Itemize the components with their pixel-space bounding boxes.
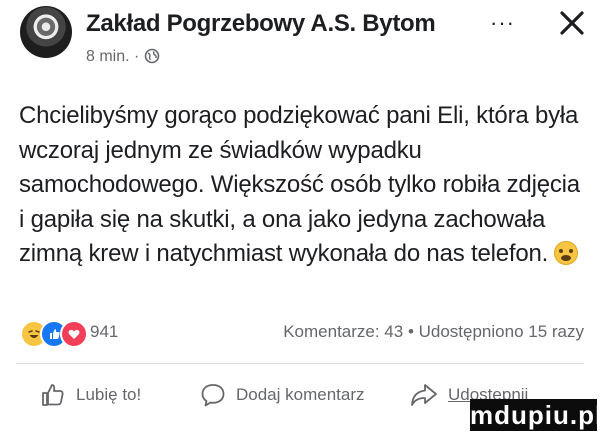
love-reaction-icon xyxy=(60,320,88,348)
post-body: Chcielibyśmy gorąco podziękować pani Eli… xyxy=(19,102,580,267)
post-time[interactable]: 8 min. · xyxy=(86,48,139,65)
close-icon[interactable] xyxy=(557,8,587,38)
post-meta: 8 min. · xyxy=(86,48,160,69)
globe-icon xyxy=(144,48,160,69)
blushing-smile-emoji xyxy=(554,241,579,265)
comment-button[interactable]: Dodaj komentarz xyxy=(200,380,365,410)
watermark: mdupiu.pl xyxy=(470,399,600,431)
reaction-count[interactable]: 941 xyxy=(90,322,118,342)
page-name[interactable]: Zakład Pogrzebowy A.S. Bytom xyxy=(86,10,436,38)
share-arrow-icon xyxy=(411,384,437,406)
post-text: Chcielibyśmy gorąco podziękować pani Eli… xyxy=(19,99,591,272)
like-label: Lubię to! xyxy=(76,385,142,404)
comments-shares-stats[interactable]: Komentarze: 43 • Udostępniono 15 razy xyxy=(283,322,584,342)
like-button[interactable]: Lubię to! xyxy=(40,380,141,410)
page-avatar[interactable] xyxy=(20,6,72,58)
thumbs-up-icon xyxy=(42,384,64,406)
comment-label: Dodaj komentarz xyxy=(236,385,365,404)
comment-bubble-icon xyxy=(201,384,225,407)
divider xyxy=(16,363,584,364)
more-options-button[interactable]: ··· xyxy=(490,10,515,36)
